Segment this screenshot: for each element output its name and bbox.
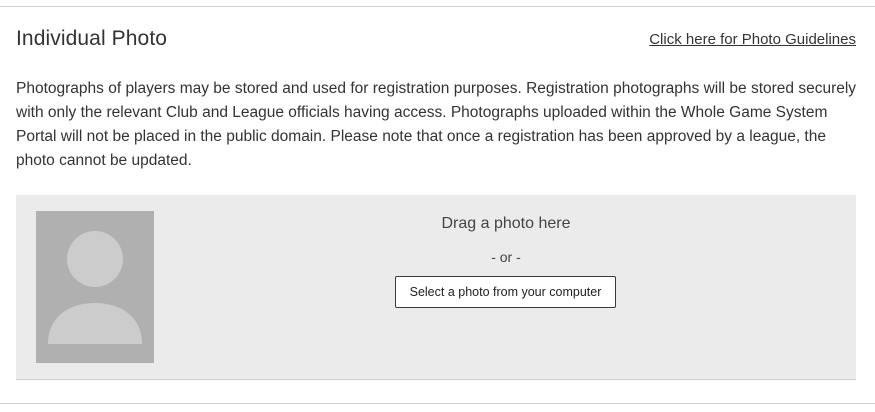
photo-drop-zone[interactable]: Drag a photo here - or - Select a photo … — [16, 195, 856, 380]
drag-photo-text: Drag a photo here — [441, 215, 571, 232]
or-separator: - or - — [491, 249, 521, 265]
avatar-placeholder — [36, 211, 154, 363]
section-title: Individual Photo — [16, 27, 168, 50]
individual-photo-panel: Individual Photo Click here for Photo Gu… — [0, 6, 875, 404]
person-silhouette-icon — [48, 231, 142, 344]
select-photo-button[interactable]: Select a photo from your computer — [395, 276, 616, 308]
photo-guidelines-link[interactable]: Click here for Photo Guidelines — [649, 31, 856, 48]
photo-policy-description: Photographs of players may be stored and… — [16, 80, 857, 169]
